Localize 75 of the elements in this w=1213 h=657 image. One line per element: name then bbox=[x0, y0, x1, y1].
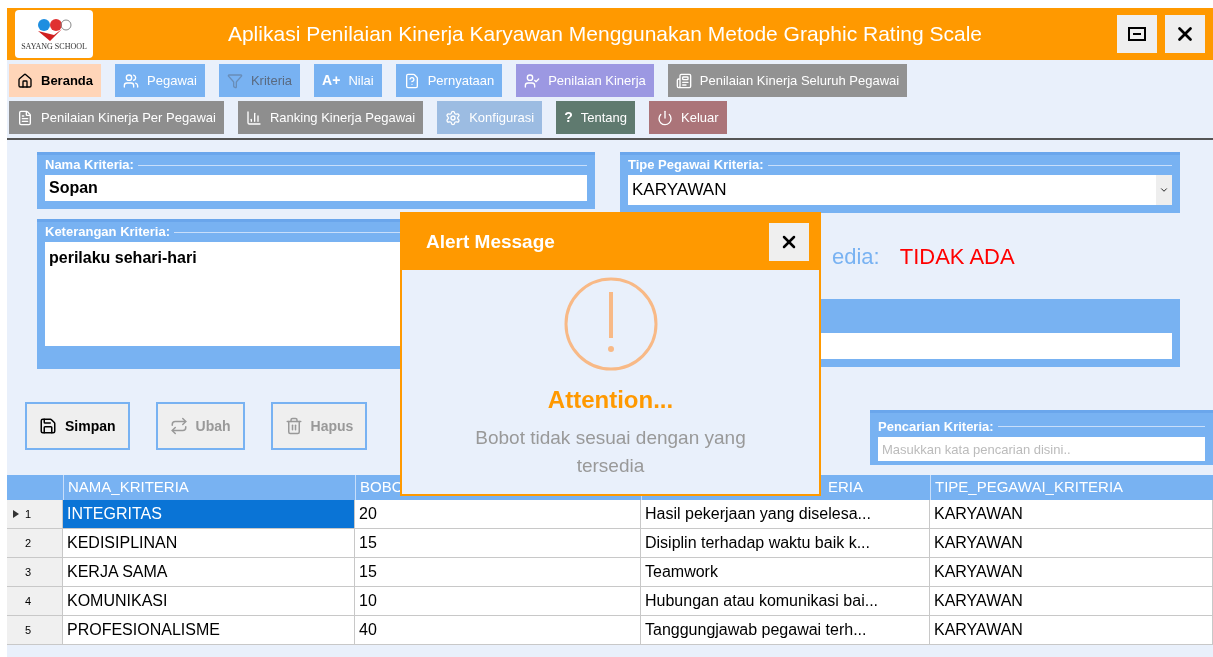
menu-button[interactable]: ? Tentang bbox=[556, 101, 636, 134]
table-cell: 15 bbox=[355, 529, 641, 557]
document-icon bbox=[17, 109, 33, 126]
trash-icon bbox=[284, 417, 303, 435]
row-header[interactable]: 1 bbox=[7, 500, 63, 528]
restore-button[interactable] bbox=[1117, 15, 1157, 53]
menu-button[interactable]: Pernyataan bbox=[395, 64, 503, 97]
group-label: Tipe Pegawai Kriteria: bbox=[628, 156, 764, 175]
tipe-pegawai-dropdown[interactable]: KARYAWAN bbox=[628, 175, 1172, 205]
row-header[interactable]: 3 bbox=[7, 558, 63, 586]
row-header[interactable]: 4 bbox=[7, 587, 63, 615]
table-cell: Teamwork bbox=[641, 558, 930, 586]
menu-button[interactable]: A+ Nilai bbox=[314, 64, 382, 97]
group-label: Pencarian Kriteria: bbox=[878, 417, 994, 436]
user-check-icon bbox=[524, 72, 541, 89]
warning-icon bbox=[562, 276, 659, 372]
menu-button[interactable]: Ranking Kinerja Pegawai bbox=[237, 101, 424, 134]
row-number: 5 bbox=[25, 622, 32, 638]
table-cell: Disiplin terhadap waktu baik k... bbox=[641, 529, 930, 557]
table-cell: Hasil pekerjaan yang diselesa... bbox=[641, 500, 930, 528]
table-cell: 15 bbox=[355, 558, 641, 586]
swap-icon bbox=[169, 417, 188, 435]
close-button[interactable] bbox=[1165, 15, 1205, 53]
row-pointer-icon bbox=[13, 509, 19, 518]
restore-icon bbox=[1128, 27, 1146, 41]
table-cell: KERJA SAMA bbox=[63, 558, 355, 586]
dialog-message: Bobot tidak sesuai dengan yang tersedia bbox=[474, 426, 747, 478]
save-icon bbox=[39, 417, 57, 435]
dialog-heading: Attention... bbox=[547, 385, 674, 415]
status-value: TIDAK ADA bbox=[899, 242, 1015, 271]
nama-kriteria-field[interactable]: Sopan bbox=[45, 175, 587, 201]
table-cell: KARYAWAN bbox=[930, 529, 1213, 557]
row-number: 4 bbox=[25, 593, 32, 609]
row-header[interactable]: 5 bbox=[7, 616, 63, 644]
table-cell: KARYAWAN bbox=[930, 558, 1213, 586]
table-cell: KARYAWAN bbox=[930, 587, 1213, 615]
group-label: Keterangan Kriteria: bbox=[45, 223, 170, 242]
dropdown-caret-icon bbox=[1159, 185, 1169, 195]
table-cell: KARYAWAN bbox=[930, 616, 1213, 644]
table-cell: KARYAWAN bbox=[930, 500, 1213, 528]
table-cell: KEDISIPLINAN bbox=[63, 529, 355, 557]
table-cell: Tanggungjawab pegawai terh... bbox=[641, 616, 930, 644]
dialog-close-button[interactable] bbox=[769, 223, 809, 261]
row-header[interactable]: 2 bbox=[7, 529, 63, 557]
menu-button[interactable]: Pegawai bbox=[115, 64, 205, 97]
menu-button[interactable]: Keluar bbox=[649, 101, 727, 134]
table-cell: INTEGRITAS bbox=[63, 500, 355, 528]
row-number: 2 bbox=[25, 535, 32, 551]
menu-button[interactable]: Penilaian Kinerja bbox=[516, 64, 654, 97]
table-cell: 40 bbox=[355, 616, 641, 644]
document-question-icon bbox=[403, 72, 420, 89]
group-label: Nama Kriteria: bbox=[45, 156, 134, 175]
search-field[interactable]: Masukkan kata pencarian disini.. bbox=[878, 437, 1205, 461]
action-button[interactable]: Simpan bbox=[25, 402, 130, 450]
row-number: 3 bbox=[25, 564, 32, 580]
status-label: edia: bbox=[832, 242, 880, 271]
table-cell: 10 bbox=[355, 587, 641, 615]
users-icon bbox=[123, 72, 140, 89]
menu-button[interactable]: Konfigurasi bbox=[437, 101, 543, 134]
menu-button[interactable]: Penilaian Kinerja Seluruh Pegawai bbox=[667, 64, 908, 97]
home-icon bbox=[17, 72, 33, 89]
filter-icon bbox=[226, 72, 243, 89]
logo-text: SAYANG SCHOOL bbox=[21, 43, 87, 51]
table-cell: PROFESIONALISME bbox=[63, 616, 355, 644]
bar-chart-icon bbox=[245, 109, 262, 126]
power-icon bbox=[657, 109, 674, 126]
table-cell: 20 bbox=[355, 500, 641, 528]
row-number: 1 bbox=[25, 506, 32, 522]
table-cell: KOMUNIKASI bbox=[63, 587, 355, 615]
newspaper-icon bbox=[675, 72, 692, 89]
window-title: Aplikasi Penilaian Kinerja Karyawan Menggunakan Metode Graphic Rating Scale bbox=[226, 21, 984, 48]
menu-button[interactable]: Penilaian Kinerja Per Pegawai bbox=[9, 101, 224, 134]
table-cell: Hubungan atau komunikasi bai... bbox=[641, 587, 930, 615]
settings-icon bbox=[445, 109, 462, 126]
menu-button[interactable]: Beranda bbox=[9, 64, 102, 97]
